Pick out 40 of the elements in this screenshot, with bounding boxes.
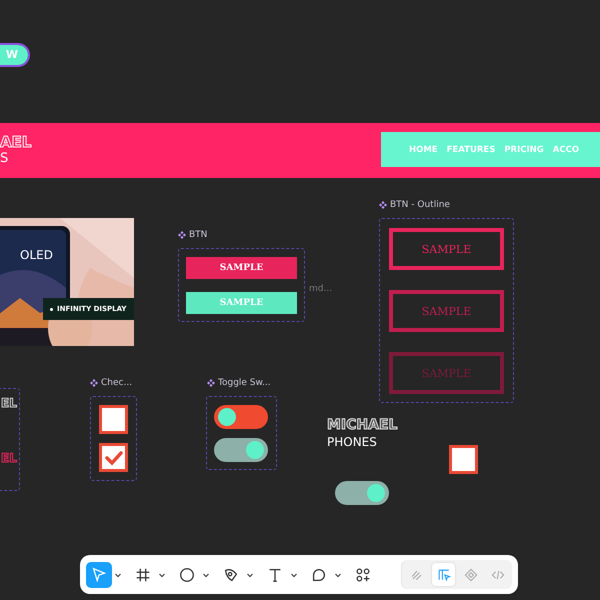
checkbox[interactable]: [449, 445, 478, 474]
component-label: BTN - Outline: [390, 200, 450, 210]
outline-button[interactable]: SAMPLE: [389, 290, 504, 332]
chevron-down-icon[interactable]: [158, 570, 166, 578]
outline-button[interactable]: SAMPLE: [389, 228, 504, 270]
component-icon: [207, 379, 215, 387]
nav-link[interactable]: PRICING: [504, 144, 544, 154]
component-icon: [90, 379, 98, 387]
logo-text: EL: [1, 396, 17, 410]
sample-button[interactable]: SAMPLE: [186, 292, 297, 314]
outline-button[interactable]: SAMPLE: [389, 352, 504, 394]
component-icon: [178, 231, 186, 239]
chevron-down-icon[interactable]: [334, 570, 342, 578]
checkbox[interactable]: [99, 443, 128, 472]
logo-text: EL: [1, 451, 17, 465]
header-logo-subtext: S: [0, 151, 8, 166]
toggle-switch[interactable]: [214, 438, 268, 462]
logo-text: MICHAEL: [327, 417, 398, 433]
component-label: Chec...: [101, 378, 132, 388]
component-icon: [379, 201, 387, 209]
chevron-down-icon[interactable]: [114, 570, 122, 578]
chevron-down-icon[interactable]: [246, 570, 254, 578]
component-label: Toggle Sw...: [218, 378, 271, 388]
nav-link[interactable]: ACCO: [552, 144, 580, 154]
toggle-switch[interactable]: [335, 481, 389, 505]
chevron-down-icon[interactable]: [290, 570, 298, 578]
header-logo-text: AEL: [0, 133, 32, 151]
nav-link[interactable]: HOME: [409, 144, 438, 154]
toggle-switch[interactable]: [214, 405, 268, 429]
sample-button[interactable]: SAMPLE: [186, 257, 297, 279]
checkbox[interactable]: [99, 405, 128, 434]
component-label: BTN: [189, 230, 208, 240]
nav-link[interactable]: FEATURES: [446, 144, 496, 154]
bullet-icon: [50, 308, 53, 310]
banner-title: OLED: [20, 248, 53, 262]
design-mode-icon[interactable]: [432, 563, 455, 586]
layer-note: md...: [309, 284, 332, 294]
logo-subtext: PHONES: [327, 435, 377, 449]
chevron-down-icon[interactable]: [202, 570, 210, 578]
canvas-chip[interactable]: W: [0, 45, 28, 65]
